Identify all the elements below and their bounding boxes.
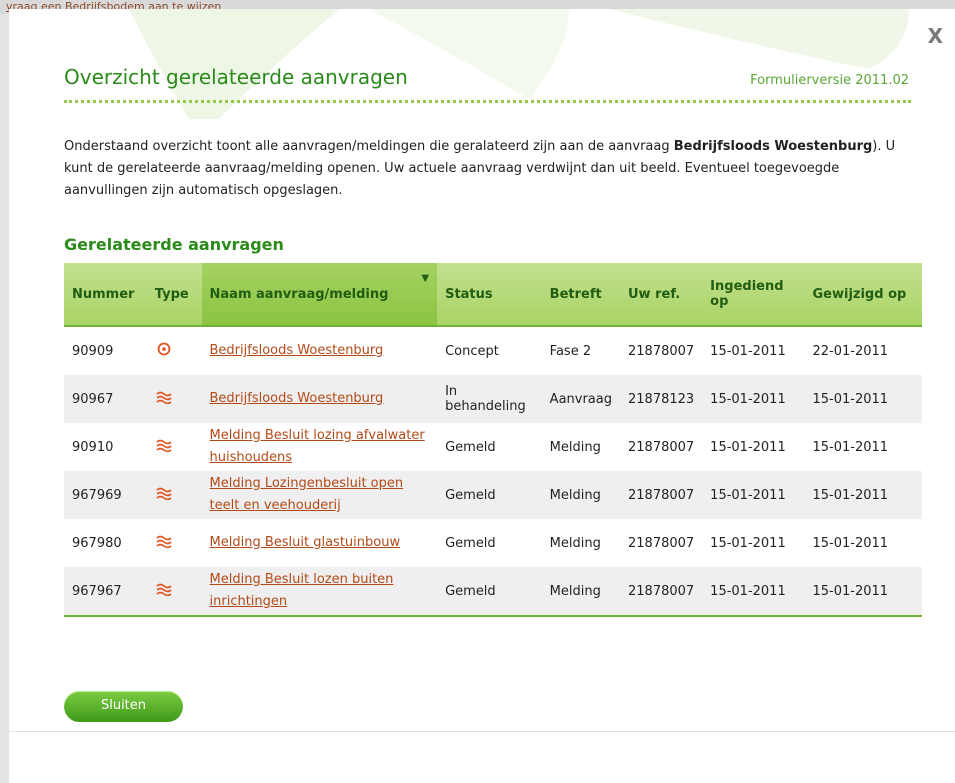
table-row: 967969 Melding Lozingenbesluit open teelt… xyxy=(64,471,922,519)
waves-icon xyxy=(155,390,173,408)
cell-ingediend: 15-01-2011 xyxy=(702,423,805,471)
cell-gewijzigd: 15-01-2011 xyxy=(804,519,922,567)
cell-type xyxy=(146,471,202,519)
close-button[interactable]: Sluiten xyxy=(64,691,183,722)
cell-ingediend: 15-01-2011 xyxy=(702,375,805,423)
cell-betreft: Melding xyxy=(541,471,620,519)
table-row: 90910 Melding Besluit lozing afvalwater h… xyxy=(64,423,922,471)
cell-type xyxy=(146,375,202,423)
cell-ingediend: 15-01-2011 xyxy=(702,519,805,567)
waves-icon xyxy=(155,534,173,552)
cell-ref: 21878007 xyxy=(620,423,703,471)
dialog-title: Overzicht gerelateerde aanvragen xyxy=(64,65,408,89)
related-requests-table: Nummer Type Naam aanvraag/melding ▼ Statu… xyxy=(64,263,922,617)
cell-naam: Melding Besluit lozing afvalwater huisho… xyxy=(201,423,438,471)
cell-nummer: 90909 xyxy=(64,326,147,375)
form-version: Formulierversie 2011.02 xyxy=(750,73,909,88)
table-row: 90967 Bedrijfsloods Woestenburg In behande… xyxy=(64,375,922,423)
close-icon[interactable]: X xyxy=(928,26,943,46)
cell-naam: Bedrijfsloods Woestenburg xyxy=(201,375,438,423)
request-link[interactable]: Melding Besluit lozing afvalwater huisho… xyxy=(210,428,425,465)
table-row: 967967 Melding Besluit lozen buiten inric… xyxy=(64,567,922,617)
target-icon xyxy=(155,342,173,360)
cell-type xyxy=(146,519,202,567)
col-betreft[interactable]: Betreft xyxy=(541,263,620,327)
cell-betreft: Aanvraag xyxy=(541,375,620,423)
cell-type xyxy=(146,567,202,617)
cell-status: Gemeld xyxy=(437,471,542,519)
cell-ref: 21878007 xyxy=(620,567,703,617)
col-nummer[interactable]: Nummer xyxy=(64,263,147,327)
cell-naam: Melding Besluit glastuinbouw xyxy=(201,519,438,567)
cell-gewijzigd: 15-01-2011 xyxy=(804,375,922,423)
cell-status: Gemeld xyxy=(437,567,542,617)
cell-ref: 21878007 xyxy=(620,471,703,519)
waves-icon xyxy=(155,582,173,600)
cell-nummer: 967980 xyxy=(64,519,147,567)
related-requests-dialog: X Overzicht gerelateerde aanvragen Formu… xyxy=(9,9,955,783)
request-link[interactable]: Melding Lozingenbesluit open teelt en ve… xyxy=(210,476,404,513)
col-ingediend[interactable]: Ingediend op xyxy=(702,263,805,327)
cell-naam: Melding Lozingenbesluit open teelt en ve… xyxy=(201,471,438,519)
table-row: 90909 Bedrijfsloods Woestenburg Concept Fas… xyxy=(64,326,922,375)
cell-gewijzigd: 15-01-2011 xyxy=(804,567,922,617)
cell-type xyxy=(146,326,202,375)
request-link[interactable]: Bedrijfsloods Woestenburg xyxy=(210,391,384,406)
cell-ingediend: 15-01-2011 xyxy=(702,326,805,375)
request-link[interactable]: Melding Besluit lozen buiten inrichtinge… xyxy=(210,572,394,609)
cell-gewijzigd: 15-01-2011 xyxy=(804,471,922,519)
cell-gewijzigd: 22-01-2011 xyxy=(804,326,922,375)
intro-bold: Bedrijfsloods Woestenburg xyxy=(673,139,873,154)
cell-ingediend: 15-01-2011 xyxy=(702,471,805,519)
cell-ref: 21878007 xyxy=(620,326,703,375)
cell-nummer: 90910 xyxy=(64,423,147,471)
cell-nummer: 967969 xyxy=(64,471,147,519)
cell-nummer: 90967 xyxy=(64,375,147,423)
cell-naam: Bedrijfsloods Woestenburg xyxy=(201,326,438,375)
waves-icon xyxy=(155,438,173,456)
cell-ref: 21878007 xyxy=(620,519,703,567)
request-link[interactable]: Bedrijfsloods Woestenburg xyxy=(210,343,384,358)
cell-type xyxy=(146,423,202,471)
title-divider xyxy=(64,100,911,103)
cell-betreft: Melding xyxy=(541,567,620,617)
cell-status: In behandeling xyxy=(437,375,542,423)
cell-betreft: Melding xyxy=(541,423,620,471)
table-row: 967980 Melding Besluit glastuinbouw Gemeld… xyxy=(64,519,922,567)
cell-betreft: Fase 2 xyxy=(541,326,620,375)
intro-part1: Onderstaand overzicht toont alle aanvrag… xyxy=(64,139,674,154)
col-naam[interactable]: Naam aanvraag/melding ▼ xyxy=(201,263,438,327)
col-type[interactable]: Type xyxy=(146,263,202,327)
cell-status: Gemeld xyxy=(437,423,542,471)
cell-naam: Melding Besluit lozen buiten inrichtinge… xyxy=(201,567,438,617)
col-status[interactable]: Status xyxy=(437,263,542,327)
cell-betreft: Melding xyxy=(541,519,620,567)
waves-icon xyxy=(155,486,173,504)
footer-divider xyxy=(9,731,955,732)
cell-ingediend: 15-01-2011 xyxy=(702,567,805,617)
cell-status: Concept xyxy=(437,326,542,375)
intro-text: Onderstaand overzicht toont alle aanvrag… xyxy=(64,136,914,202)
cell-status: Gemeld xyxy=(437,519,542,567)
col-ref[interactable]: Uw ref. xyxy=(620,263,703,327)
request-link[interactable]: Melding Besluit glastuinbouw xyxy=(210,535,401,550)
background-page-edge xyxy=(0,14,9,783)
section-title: Gerelateerde aanvragen xyxy=(64,235,284,254)
table-header-row: Nummer Type Naam aanvraag/melding ▼ Statu… xyxy=(64,263,922,327)
cell-gewijzigd: 15-01-2011 xyxy=(804,423,922,471)
col-gewijzigd[interactable]: Gewijzigd op xyxy=(804,263,922,327)
cell-ref: 21878123 xyxy=(620,375,703,423)
cell-nummer: 967967 xyxy=(64,567,147,617)
sort-desc-icon: ▼ xyxy=(421,273,430,284)
col-naam-label: Naam aanvraag/melding xyxy=(209,286,389,302)
